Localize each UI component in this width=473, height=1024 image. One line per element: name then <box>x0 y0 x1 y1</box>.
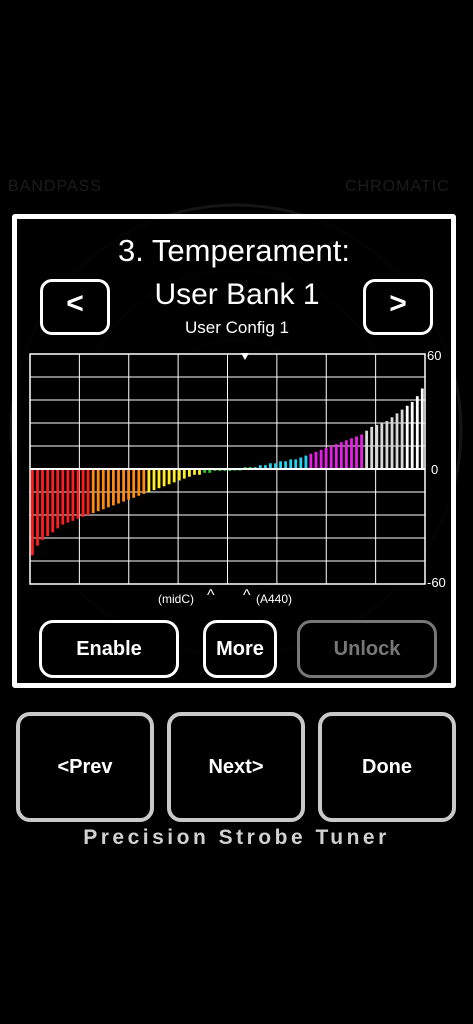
prev-button[interactable]: <Prev <box>16 712 154 822</box>
temperament-bar <box>46 469 49 537</box>
temperament-bar <box>365 430 368 469</box>
temperament-bar <box>51 469 55 533</box>
temperament-bar <box>107 469 110 508</box>
temperament-bar <box>91 469 95 514</box>
a440-marker: ^ <box>243 587 251 604</box>
temperament-bar <box>360 434 363 469</box>
temperament-bar <box>410 401 414 469</box>
temperament-bar <box>294 459 298 469</box>
temperament-bar <box>152 469 156 491</box>
temperament-bar <box>81 469 85 517</box>
temperament-chart[interactable]: 60 0 -60 <box>27 351 451 601</box>
temperament-bar <box>284 461 287 469</box>
temperament-bar <box>329 446 333 469</box>
temperament-bar <box>31 469 34 556</box>
next-button[interactable]: Next> <box>167 712 305 822</box>
temperament-bar <box>66 469 70 523</box>
ytick-zero: 0 <box>431 462 438 477</box>
temperament-bar <box>86 469 90 515</box>
temperament-bar <box>71 469 75 521</box>
temperament-bar <box>309 453 313 469</box>
temperament-bar <box>182 469 186 479</box>
temperament-bar <box>112 469 115 506</box>
temperament-dialog: 3. Temperament: < User Bank 1 User Confi… <box>12 214 456 688</box>
temperament-bar <box>61 469 65 525</box>
enable-button[interactable]: Enable <box>39 620 179 678</box>
temperament-bar <box>339 442 343 469</box>
temperament-bar <box>324 447 328 469</box>
temperament-bar <box>101 469 105 510</box>
temperament-bar <box>380 423 384 469</box>
midc-label: (midC) <box>158 592 194 606</box>
temperament-bar <box>41 469 44 540</box>
temperament-bar <box>370 426 374 469</box>
ytick-top: 60 <box>427 351 441 363</box>
temperament-bar <box>304 455 308 469</box>
next-bank-button[interactable]: > <box>363 279 433 335</box>
temperament-bar <box>400 409 404 469</box>
temperament-bar <box>117 469 120 504</box>
dialog-title: 3. Temperament: <box>117 233 351 268</box>
config-name: User Config 1 <box>185 318 289 337</box>
prev-bank-button[interactable]: < <box>40 279 110 335</box>
temperament-bar <box>314 451 318 470</box>
temperament-bar <box>147 469 151 492</box>
footer-brand: Precision Strobe Tuner <box>83 826 390 849</box>
temperament-bar <box>137 469 141 496</box>
temperament-bar <box>127 469 130 500</box>
temperament-bar <box>96 469 100 512</box>
temperament-bar <box>355 436 358 469</box>
temperament-bar <box>289 459 293 469</box>
ytick-bottom: -60 <box>427 575 446 590</box>
bank-name: User Bank 1 <box>154 278 320 311</box>
temperament-bar <box>132 469 136 498</box>
midc-marker: ^ <box>207 587 215 604</box>
more-button[interactable]: More <box>203 620 277 678</box>
a440-label: (A440) <box>256 592 293 606</box>
temperament-bar <box>188 469 191 477</box>
temperament-bar <box>420 388 424 469</box>
temperament-bar <box>279 461 282 469</box>
temperament-bar <box>76 469 80 519</box>
temperament-bar <box>56 469 60 529</box>
temperament-bar <box>350 438 353 469</box>
temperament-bar <box>390 417 394 470</box>
temperament-bar <box>299 457 303 469</box>
temperament-bar <box>172 469 176 483</box>
temperament-bar <box>375 424 379 469</box>
temperament-bar <box>334 444 338 469</box>
done-button[interactable]: Done <box>318 712 456 822</box>
temperament-bar <box>36 469 39 546</box>
temperament-bar <box>177 469 181 481</box>
unlock-button[interactable]: Unlock <box>297 620 437 678</box>
temperament-bar <box>162 469 166 487</box>
temperament-bar <box>122 469 125 502</box>
temperament-bar <box>395 413 399 469</box>
temperament-bar <box>405 405 409 470</box>
temperament-bar <box>319 449 323 469</box>
temperament-bar <box>345 440 348 470</box>
temperament-bar <box>167 469 171 485</box>
temperament-bar <box>157 469 161 489</box>
temperament-bar <box>415 396 419 469</box>
temperament-bar <box>142 469 146 494</box>
temperament-bar <box>385 421 389 469</box>
